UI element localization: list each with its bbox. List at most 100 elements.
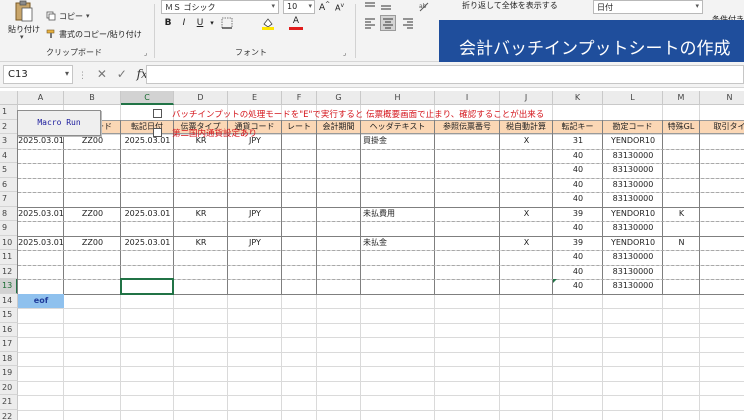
row-header-22[interactable]: 22 bbox=[0, 409, 18, 420]
table-cell[interactable]: 未払費用 bbox=[361, 207, 435, 222]
macro-run-button[interactable]: Macro Run bbox=[17, 110, 101, 136]
table-cell[interactable] bbox=[700, 163, 744, 178]
table-cell[interactable]: 31 bbox=[553, 134, 603, 149]
table-cell[interactable] bbox=[663, 149, 700, 164]
table-cell[interactable]: 83130000 bbox=[603, 192, 663, 207]
table-header-cell[interactable]: 特殊GL bbox=[663, 119, 700, 134]
table-cell[interactable]: 83130000 bbox=[603, 265, 663, 280]
table-cell[interactable] bbox=[121, 192, 174, 207]
fill-color-icon[interactable] bbox=[261, 16, 275, 30]
option-checkbox-1[interactable] bbox=[153, 109, 162, 118]
table-header-cell[interactable]: 参照伝票番号 bbox=[435, 119, 500, 134]
row-header-19[interactable]: 19 bbox=[0, 366, 18, 381]
column-header-a[interactable]: A bbox=[18, 91, 64, 105]
table-cell[interactable] bbox=[361, 163, 435, 178]
table-cell[interactable] bbox=[64, 149, 121, 164]
table-cell[interactable] bbox=[500, 163, 553, 178]
table-cell[interactable] bbox=[317, 236, 361, 251]
table-cell[interactable]: X bbox=[500, 236, 553, 251]
table-cell[interactable]: 83130000 bbox=[603, 163, 663, 178]
table-cell[interactable] bbox=[228, 178, 282, 193]
table-cell[interactable] bbox=[361, 221, 435, 236]
table-cell[interactable]: K bbox=[663, 207, 700, 222]
table-cell[interactable] bbox=[700, 279, 744, 294]
row-header-16[interactable]: 16 bbox=[0, 322, 18, 337]
number-format-select[interactable]: 日付 ▾ bbox=[593, 0, 703, 14]
table-cell[interactable] bbox=[282, 221, 317, 236]
table-header-cell[interactable]: 勘定コード bbox=[603, 119, 663, 134]
wrap-text-button[interactable]: 折り返して全体を表示する bbox=[462, 0, 558, 11]
table-cell[interactable] bbox=[317, 192, 361, 207]
table-cell[interactable] bbox=[64, 163, 121, 178]
table-cell[interactable] bbox=[317, 279, 361, 294]
column-header-g[interactable]: G bbox=[317, 91, 361, 105]
table-cell[interactable]: 83130000 bbox=[603, 178, 663, 193]
table-cell[interactable] bbox=[121, 149, 174, 164]
table-cell[interactable] bbox=[282, 134, 317, 149]
table-cell[interactable]: 買掛金 bbox=[361, 134, 435, 149]
table-cell[interactable] bbox=[700, 149, 744, 164]
table-cell[interactable] bbox=[700, 236, 744, 251]
table-cell[interactable]: ZZ00 bbox=[64, 134, 121, 149]
table-cell[interactable] bbox=[500, 192, 553, 207]
table-cell[interactable] bbox=[18, 279, 64, 294]
table-cell[interactable] bbox=[361, 149, 435, 164]
table-header-cell[interactable]: 転記キー bbox=[553, 119, 603, 134]
row-header-8[interactable]: 8 bbox=[0, 206, 18, 221]
table-cell[interactable] bbox=[174, 192, 228, 207]
table-cell[interactable]: YENDOR10 bbox=[603, 207, 663, 222]
table-cell[interactable] bbox=[317, 178, 361, 193]
row-header-14[interactable]: 14 bbox=[0, 293, 18, 308]
table-cell[interactable] bbox=[700, 207, 744, 222]
table-cell[interactable] bbox=[317, 221, 361, 236]
table-cell[interactable] bbox=[435, 265, 500, 280]
table-cell[interactable] bbox=[435, 250, 500, 265]
row-header-20[interactable]: 20 bbox=[0, 380, 18, 395]
column-header-c[interactable]: C bbox=[121, 91, 174, 105]
table-cell[interactable] bbox=[663, 279, 700, 294]
chevron-down-icon[interactable]: ▾ bbox=[205, 16, 219, 30]
table-cell[interactable] bbox=[317, 149, 361, 164]
table-cell[interactable] bbox=[121, 178, 174, 193]
table-cell[interactable] bbox=[663, 178, 700, 193]
table-header-cell[interactable]: 会計期間 bbox=[317, 119, 361, 134]
row-header-9[interactable]: 9 bbox=[0, 221, 18, 236]
table-cell[interactable] bbox=[500, 279, 553, 294]
table-cell[interactable] bbox=[435, 236, 500, 251]
table-cell[interactable] bbox=[282, 236, 317, 251]
table-cell[interactable] bbox=[282, 163, 317, 178]
row-header-17[interactable]: 17 bbox=[0, 337, 18, 352]
align-top-icon[interactable] bbox=[364, 1, 376, 13]
table-cell[interactable]: 2025.03.01 bbox=[121, 134, 174, 149]
column-header-h[interactable]: H bbox=[361, 91, 435, 105]
row-header-3[interactable]: 3 bbox=[0, 134, 18, 149]
dialog-launcher-icon[interactable]: ⌟ bbox=[343, 49, 346, 57]
row-header-13[interactable]: 13 bbox=[0, 279, 18, 294]
table-cell[interactable] bbox=[228, 279, 282, 294]
table-cell[interactable] bbox=[361, 265, 435, 280]
align-right-icon[interactable] bbox=[402, 17, 414, 29]
row-header-4[interactable]: 4 bbox=[0, 148, 18, 163]
table-cell[interactable]: 40 bbox=[553, 178, 603, 193]
table-cell[interactable] bbox=[435, 134, 500, 149]
bold-button[interactable]: B bbox=[161, 16, 175, 30]
table-cell[interactable] bbox=[174, 163, 228, 178]
table-cell[interactable] bbox=[121, 163, 174, 178]
table-cell[interactable]: X bbox=[500, 134, 553, 149]
table-cell[interactable]: YENDOR10 bbox=[603, 134, 663, 149]
table-cell[interactable] bbox=[435, 178, 500, 193]
table-cell[interactable] bbox=[282, 250, 317, 265]
table-cell[interactable] bbox=[174, 178, 228, 193]
table-cell[interactable]: JPY bbox=[228, 236, 282, 251]
font-name-select[interactable]: ＭＳ ゴシック ▾ bbox=[161, 0, 279, 14]
table-cell[interactable] bbox=[64, 265, 121, 280]
selected-cell[interactable] bbox=[120, 278, 174, 295]
table-cell[interactable] bbox=[700, 265, 744, 280]
table-cell[interactable] bbox=[663, 250, 700, 265]
table-cell[interactable]: KR bbox=[174, 236, 228, 251]
table-cell[interactable]: 40 bbox=[553, 265, 603, 280]
column-header-j[interactable]: J bbox=[500, 91, 553, 105]
table-cell[interactable]: X bbox=[500, 207, 553, 222]
font-size-select[interactable]: 10 ▾ bbox=[283, 0, 315, 14]
table-cell[interactable] bbox=[282, 192, 317, 207]
